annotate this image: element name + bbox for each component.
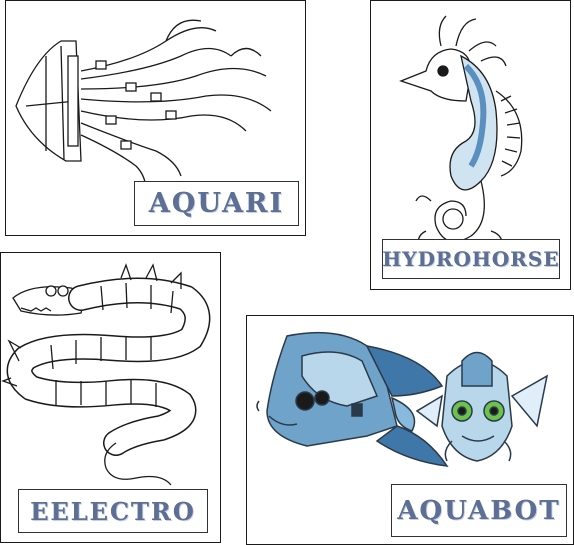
aquabot-card: AQUABOT — [246, 315, 574, 545]
hydrohorse-card: HYDROHORSE — [370, 0, 571, 290]
hydrohorse-label: HYDROHORSE — [382, 239, 560, 279]
eelectro-card: EELECTRO — [0, 252, 221, 543]
eelectro-label: EELECTRO — [18, 489, 208, 533]
aquari-card: AQUARI — [5, 0, 306, 236]
aquabot-label: AQUABOT — [391, 484, 567, 537]
aquari-label: AQUARI — [134, 181, 299, 226]
